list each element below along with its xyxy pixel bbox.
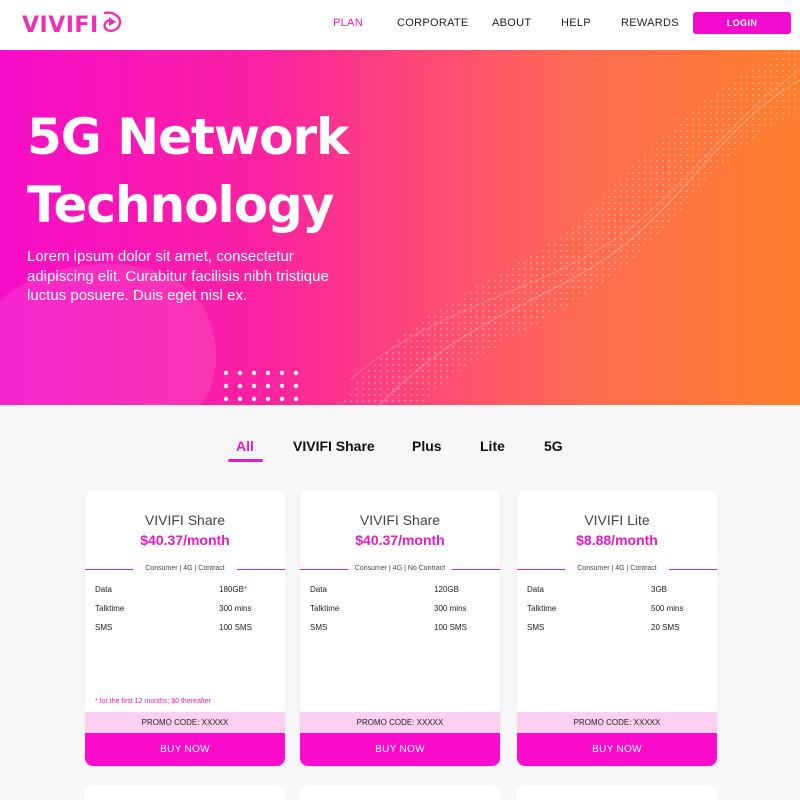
spec-row-talktime: Talktime 300 mins <box>95 604 275 618</box>
spec-row-data: Data 3GB <box>527 585 707 599</box>
promo-code: PROMO CODE: XXXXX <box>85 712 285 733</box>
plan-price: $40.37/month <box>140 532 230 548</box>
tab-lite[interactable]: Lite <box>480 438 505 454</box>
spec-row-sms: SMS 100 SMS <box>95 623 275 637</box>
promo-code: PROMO CODE: XXXXX <box>300 712 500 733</box>
plan-filter-tabs: All VIVIFI Share Plus Lite 5G <box>0 438 800 462</box>
plan-card: VIVIFI Share $40.37/month Consumer | 4G … <box>85 490 285 766</box>
buy-now-button[interactable]: BUY NOW <box>300 733 500 766</box>
plan-price: $40.37/month <box>355 532 445 548</box>
plan-name: VIVIFI Lite <box>584 512 650 528</box>
spec-value: 500 mins <box>651 604 684 613</box>
plan-card-next-row <box>85 785 285 800</box>
hero-title-line1: 5G Network <box>27 108 349 166</box>
plan-tag-divider: Consumer | 4G | No Contract <box>300 562 500 576</box>
dot-grid-decoration <box>223 370 299 402</box>
spec-value: 120GB <box>434 585 459 594</box>
hero-title: 5G Network Technology <box>27 103 447 239</box>
active-tab-indicator <box>228 459 263 462</box>
login-button[interactable]: LOGIN <box>693 12 791 34</box>
spec-value: 20 SMS <box>651 623 680 632</box>
spec-label: Data <box>527 585 544 594</box>
spec-label: Data <box>95 585 112 594</box>
nav-about[interactable]: ABOUT <box>492 0 531 46</box>
promo-code: PROMO CODE: XXXXX <box>517 712 717 733</box>
spec-value: 100 SMS <box>434 623 467 632</box>
spec-value: 100 SMS <box>219 623 252 632</box>
spec-row-talktime: Talktime 300 mins <box>310 604 490 618</box>
spec-label: Talktime <box>95 604 125 613</box>
spec-value: 3GB <box>651 585 668 594</box>
tab-plus[interactable]: Plus <box>412 438 442 454</box>
logo-mark-icon <box>103 11 121 32</box>
plan-tag: Consumer | 4G | Contract <box>145 565 225 572</box>
spec-row-sms: SMS 20 SMS <box>527 623 707 637</box>
plan-tag: Consumer | 4G | Contract <box>577 565 657 572</box>
spec-row-data: Data 180GB* <box>95 585 275 599</box>
vivifi-logo[interactable]: VIVIFI <box>22 8 123 42</box>
plan-card-next-row <box>300 785 500 800</box>
hero-description: Lorem ipsum dolor sit amet, consectetur … <box>27 248 329 304</box>
buy-now-button[interactable]: BUY NOW <box>517 733 717 766</box>
plan-card: VIVIFI Share $40.37/month Consumer | 4G … <box>300 490 500 766</box>
tab-5g[interactable]: 5G <box>544 438 563 454</box>
plan-name: VIVIFI Share <box>359 512 441 528</box>
nav-corporate[interactable]: CORPORATE <box>397 0 469 46</box>
nav-rewards[interactable]: REWARDS <box>621 0 679 46</box>
tab-all[interactable]: All <box>236 438 254 454</box>
plan-card-next-row <box>517 785 717 800</box>
spec-label: SMS <box>310 623 328 632</box>
plan-name: VIVIFI Share <box>144 512 226 528</box>
nav-help[interactable]: HELP <box>561 0 591 46</box>
site-header: VIVIFI PLAN CORPORATE ABOUT HELP REWARDS… <box>0 0 800 50</box>
spec-row-sms: SMS 100 SMS <box>310 623 490 637</box>
spec-label: SMS <box>527 623 545 632</box>
hero-banner: 5G Network Technology Lorem ipsum dolor … <box>0 50 800 405</box>
plan-card: VIVIFI Lite $8.88/month Consumer | 4G | … <box>517 490 717 766</box>
spec-label: Talktime <box>527 604 557 613</box>
spec-label: Data <box>310 585 327 594</box>
logo-text: VIVIFI <box>22 12 99 38</box>
plan-tag: Consumer | 4G | No Contract <box>354 565 446 572</box>
spec-row-talktime: Talktime 500 mins <box>527 604 707 618</box>
spec-value: 180GB* <box>219 585 248 594</box>
footnote-star: * <box>243 585 248 594</box>
spec-value: 300 mins <box>219 604 252 613</box>
spec-label: SMS <box>95 623 113 632</box>
plan-footnote: * for the first 12 months; $0 thereafter <box>95 698 211 705</box>
tab-vivifi-share[interactable]: VIVIFI Share <box>293 438 375 454</box>
hero-title-line2: Technology <box>27 176 334 234</box>
spec-row-data: Data 120GB <box>310 585 490 599</box>
plan-tag-divider: Consumer | 4G | Contract <box>517 562 717 576</box>
buy-now-button[interactable]: BUY NOW <box>85 733 285 766</box>
plan-tag-divider: Consumer | 4G | Contract <box>85 562 285 576</box>
plan-price: $8.88/month <box>576 532 658 548</box>
spec-value: 300 mins <box>434 604 467 613</box>
nav-plan[interactable]: PLAN <box>333 0 363 46</box>
spec-label: Talktime <box>310 604 340 613</box>
